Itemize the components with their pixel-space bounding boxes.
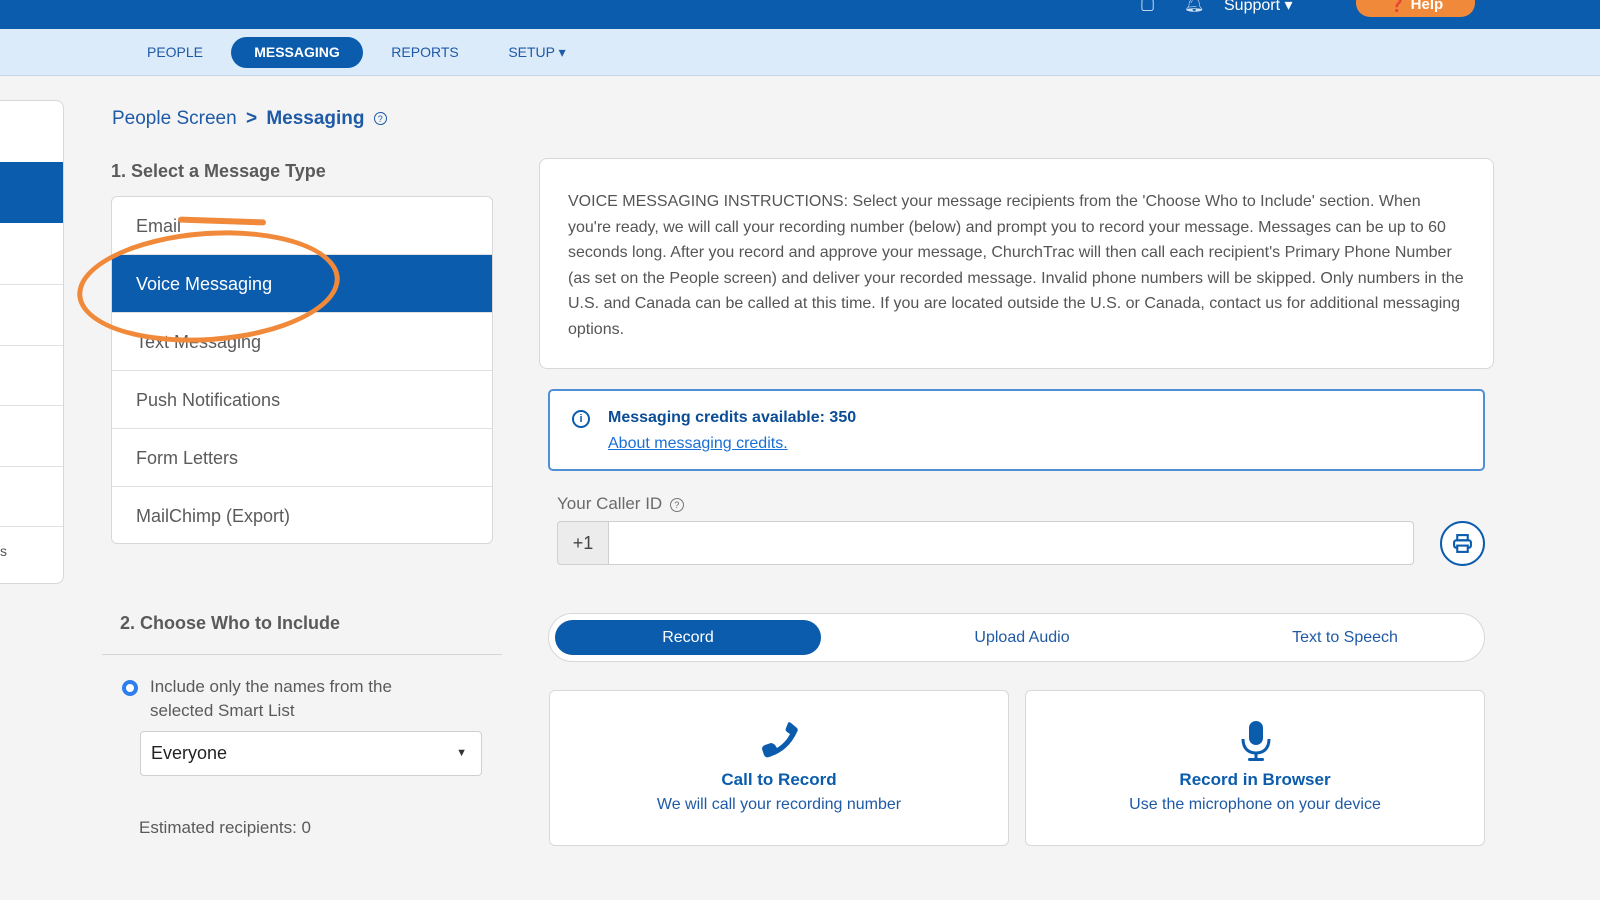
- credits-link[interactable]: About messaging credits.: [608, 435, 788, 453]
- nav-setup[interactable]: SETUP ▾: [500, 37, 574, 68]
- nav-people[interactable]: PEOPLE: [134, 37, 216, 68]
- message-type-mailchimp[interactable]: MailChimp (Export): [112, 487, 492, 543]
- record-in-browser-subtitle: Use the microphone on your device: [1129, 796, 1381, 813]
- breadcrumb-separator: >: [245, 108, 258, 129]
- microphone-icon: [1241, 721, 1271, 761]
- help-icon[interactable]: ?: [373, 112, 387, 126]
- breadcrumb: People Screen > Messaging ?: [112, 108, 387, 130]
- record-in-browser-card[interactable]: Record in Browser Use the microphone on …: [1025, 690, 1485, 846]
- divider: [0, 466, 63, 467]
- support-menu[interactable]: Support ▾: [1224, 0, 1293, 15]
- caller-id-label: Your Caller ID ?: [557, 494, 684, 514]
- smart-list-radio-label[interactable]: Include only the names from the selected…: [150, 675, 450, 723]
- message-type-push[interactable]: Push Notifications: [112, 371, 492, 429]
- side-rail: s: [0, 100, 64, 584]
- credits-text: Messaging credits available: 350: [608, 409, 857, 426]
- estimated-recipients: Estimated recipients: 0: [139, 818, 311, 837]
- divider: [0, 405, 63, 406]
- breadcrumb-parent[interactable]: People Screen: [112, 108, 237, 129]
- record-method-tabs: Record Upload Audio Text to Speech: [548, 613, 1485, 662]
- message-type-form-letters[interactable]: Form Letters: [112, 429, 492, 487]
- document-icon[interactable]: ▢: [1140, 0, 1155, 14]
- smart-list-select[interactable]: Everyone ▼: [140, 731, 482, 776]
- call-to-record-card[interactable]: Call to Record We will call your recordi…: [549, 690, 1009, 846]
- message-type-voice[interactable]: Voice Messaging: [112, 255, 492, 313]
- divider: [0, 526, 63, 527]
- message-type-text[interactable]: Text Messaging: [112, 313, 492, 371]
- tab-text-to-speech[interactable]: Text to Speech: [1205, 620, 1485, 655]
- divider: [102, 654, 502, 655]
- breadcrumb-current: Messaging: [266, 108, 365, 129]
- smart-list-radio[interactable]: [122, 680, 138, 696]
- message-type-email[interactable]: Email: [112, 197, 492, 255]
- side-rail-selected[interactable]: [0, 162, 63, 223]
- credits-alert: i Messaging credits available: 350 About…: [548, 389, 1485, 471]
- main-nav: PEOPLE MESSAGING REPORTS SETUP ▾: [0, 29, 1600, 76]
- record-in-browser-title: Record in Browser: [1179, 770, 1331, 789]
- caller-id-input[interactable]: [608, 521, 1414, 565]
- section-title-message-type: 1. Select a Message Type: [111, 161, 326, 181]
- print-button[interactable]: [1440, 521, 1485, 566]
- divider: [0, 345, 63, 346]
- smart-list-value: Everyone: [151, 743, 228, 763]
- help-button[interactable]: ❓ Help: [1356, 0, 1475, 17]
- divider: [0, 284, 63, 285]
- bell-icon[interactable]: 🔔︎: [1184, 0, 1204, 14]
- caller-id-label-text: Your Caller ID: [557, 494, 663, 513]
- call-to-record-subtitle: We will call your recording number: [656, 796, 902, 813]
- message-type-list: Email Voice Messaging Text Messaging Pus…: [111, 196, 493, 544]
- nav-messaging[interactable]: MESSAGING: [231, 37, 363, 68]
- top-bar: ▢ 🔔︎ Support ▾ ❓ Help: [0, 0, 1600, 29]
- caret-down-icon: ▼: [456, 747, 467, 759]
- side-rail-label[interactable]: s: [0, 543, 7, 559]
- country-code-prefix: +1: [557, 521, 609, 565]
- phone-icon: [762, 722, 798, 758]
- info-icon: i: [572, 410, 590, 428]
- tab-record[interactable]: Record: [555, 620, 821, 655]
- voice-instructions: VOICE MESSAGING INSTRUCTIONS: Select you…: [539, 158, 1494, 369]
- help-icon[interactable]: ?: [669, 497, 684, 512]
- printer-icon: [1453, 534, 1472, 553]
- call-to-record-title: Call to Record: [721, 770, 837, 789]
- nav-reports[interactable]: REPORTS: [381, 37, 469, 68]
- section-title-include: 2. Choose Who to Include: [120, 613, 340, 633]
- tab-upload-audio[interactable]: Upload Audio: [889, 620, 1155, 655]
